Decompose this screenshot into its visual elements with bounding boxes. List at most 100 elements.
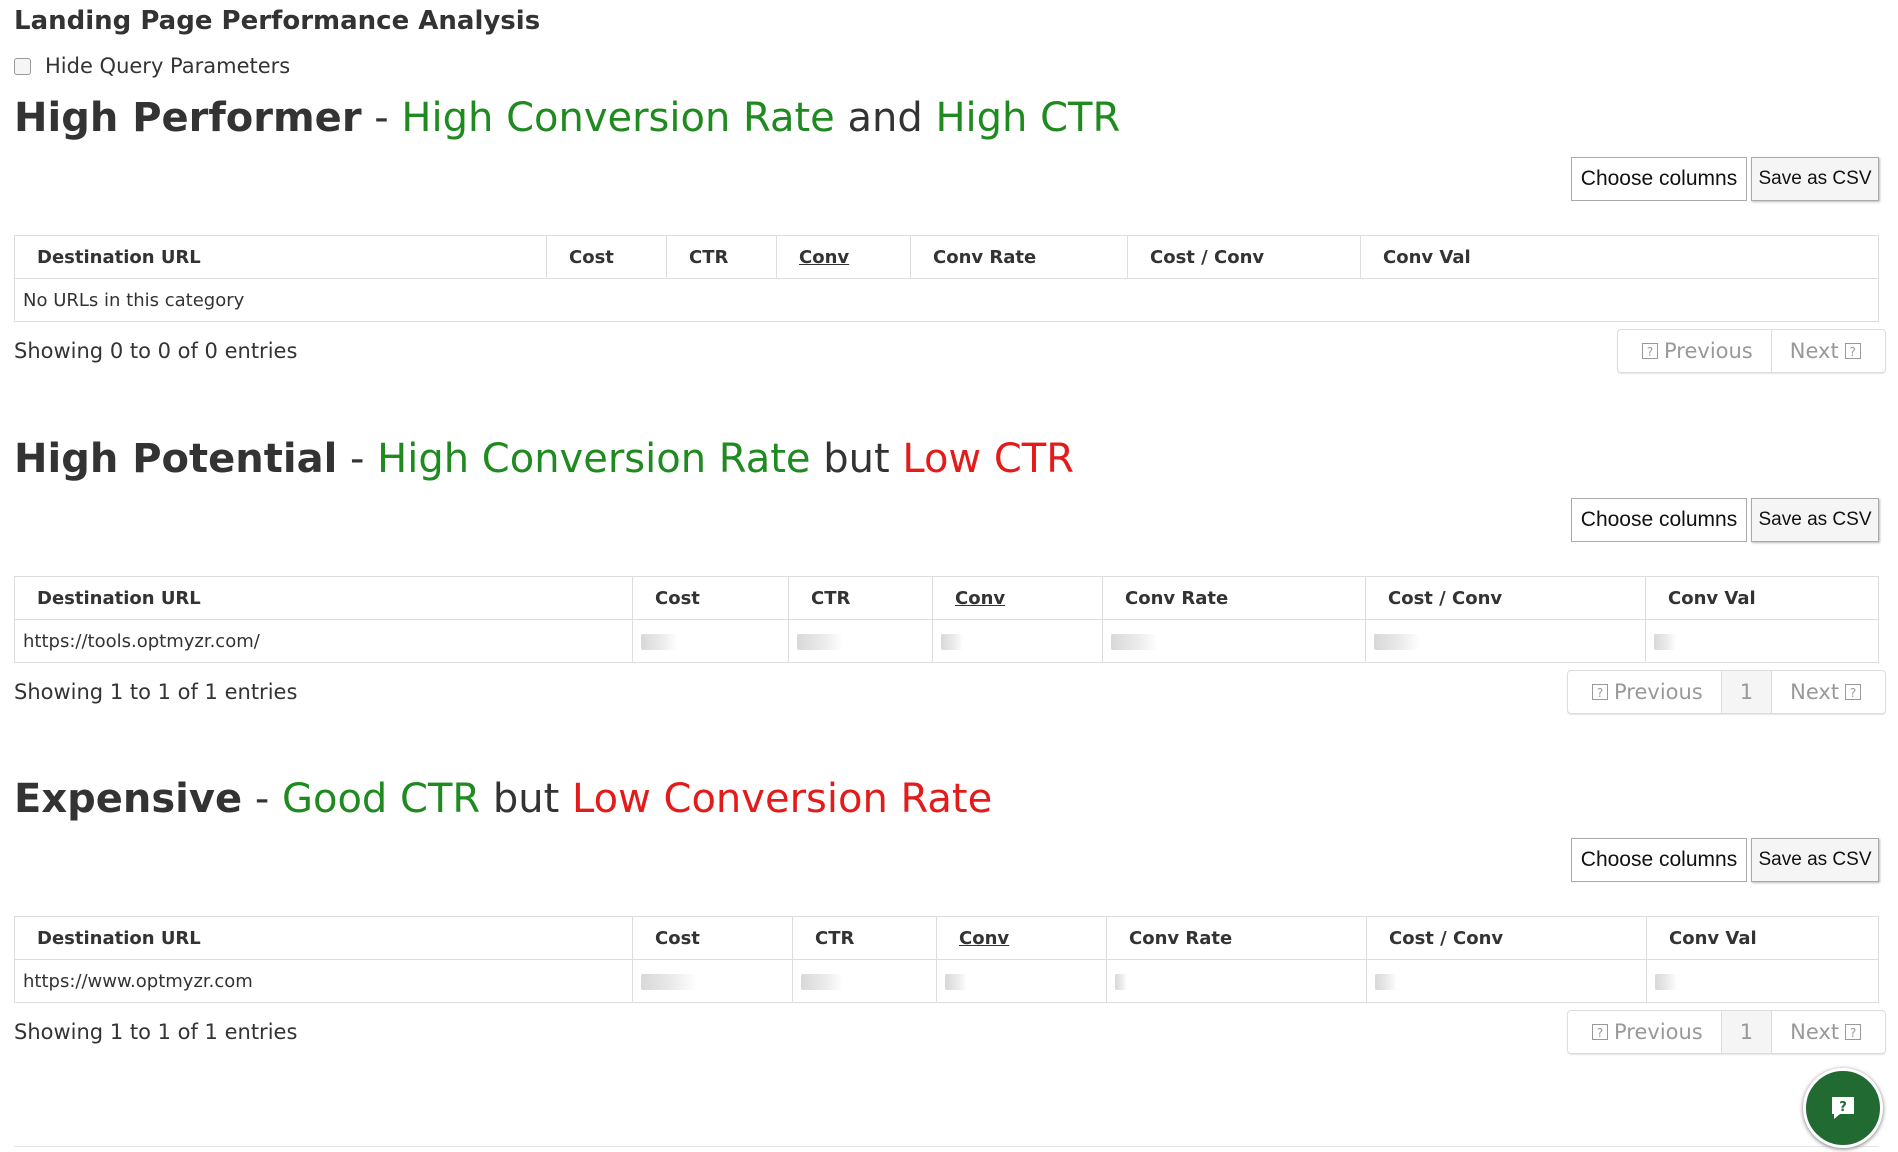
help-box-icon: ?: [1592, 1024, 1608, 1040]
title-part2: High CTR: [935, 95, 1121, 141]
choose-columns-button[interactable]: Choose columns: [1571, 498, 1747, 542]
help-box-icon: ?: [1845, 1024, 1862, 1040]
column-header-conv[interactable]: Conv: [932, 576, 1103, 620]
destination-url-cell[interactable]: https://tools.optmyzr.com/: [14, 619, 633, 663]
hide-query-parameters-checkbox[interactable]: [14, 57, 31, 75]
previous-label: Previous: [1614, 1020, 1703, 1044]
title-joiner: but: [492, 776, 560, 822]
column-header-cost-per-conv[interactable]: Cost / Conv: [1365, 576, 1646, 620]
divider: [14, 1146, 1879, 1147]
redacted-cell: [632, 959, 793, 1003]
section-title: High Performer - High Conversion Rate an…: [14, 93, 1120, 143]
pagination: ? Previous Next?: [1617, 329, 1886, 373]
destination-url-cell[interactable]: https://www.optmyzr.com: [14, 959, 633, 1003]
section-name: High Performer: [14, 95, 362, 141]
next-label: Next: [1789, 339, 1839, 363]
section-name: High Potential: [14, 436, 338, 482]
section-name: Expensive: [14, 776, 243, 822]
section-high-performer: High Performer - High Conversion Rate an…: [0, 93, 1898, 433]
previous-button[interactable]: ? Previous: [1618, 330, 1771, 372]
column-header-cost-per-conv[interactable]: Cost / Conv: [1127, 235, 1361, 279]
previous-button[interactable]: ? Previous: [1568, 671, 1721, 713]
pagination: ? Previous 1 Next?: [1567, 1010, 1887, 1054]
next-button[interactable]: Next?: [1770, 330, 1885, 372]
previous-label: Previous: [1614, 680, 1703, 704]
title-part1: Good CTR: [281, 776, 481, 822]
page-number: 1: [1739, 680, 1754, 704]
redacted-cell: [1365, 619, 1646, 663]
table-row: https://tools.optmyzr.com/: [14, 619, 1879, 663]
next-label: Next: [1790, 680, 1840, 704]
column-header-ctr[interactable]: CTR: [792, 916, 937, 960]
column-header-cost-per-conv[interactable]: Cost / Conv: [1366, 916, 1647, 960]
results-table: Destination URL Cost CTR Conv Conv Rate …: [14, 916, 1879, 1003]
title-joiner: but: [823, 436, 890, 482]
column-header-cost[interactable]: Cost: [632, 916, 793, 960]
redacted-cell: [792, 959, 937, 1003]
column-header-conv-rate[interactable]: Conv Rate: [1106, 916, 1367, 960]
title-separator: -: [350, 436, 365, 482]
table-row: https://www.optmyzr.com: [14, 959, 1879, 1003]
results-table: Destination URL Cost CTR Conv Conv Rate …: [14, 235, 1879, 322]
redacted-cell: [1106, 959, 1367, 1003]
redacted-cell: [788, 619, 933, 663]
save-as-csv-button[interactable]: Save as CSV: [1751, 157, 1879, 201]
svg-text:?: ?: [1839, 1100, 1847, 1115]
title-part2: Low CTR: [902, 436, 1075, 482]
choose-columns-button[interactable]: Choose columns: [1571, 838, 1747, 882]
title-part1: High Conversion Rate: [401, 95, 835, 141]
next-button[interactable]: Next?: [1771, 1011, 1885, 1053]
column-header-conv[interactable]: Conv: [776, 235, 911, 279]
chat-help-icon: ?: [1832, 1097, 1854, 1119]
next-label: Next: [1790, 1020, 1840, 1044]
column-header-conv-rate[interactable]: Conv Rate: [910, 235, 1128, 279]
redacted-cell: [932, 619, 1103, 663]
page-button[interactable]: 1: [1720, 1011, 1772, 1053]
empty-row-message: No URLs in this category: [14, 278, 1879, 322]
page-number: 1: [1739, 1020, 1754, 1044]
save-as-csv-button[interactable]: Save as CSV: [1751, 498, 1879, 542]
hide-query-parameters-toggle[interactable]: Hide Query Parameters: [14, 54, 290, 78]
column-header-ctr[interactable]: CTR: [788, 576, 933, 620]
column-header-conv-val[interactable]: Conv Val: [1646, 916, 1879, 960]
page-title: Landing Page Performance Analysis: [14, 6, 541, 36]
next-button[interactable]: Next?: [1771, 671, 1885, 713]
results-table: Destination URL Cost CTR Conv Conv Rate …: [14, 576, 1879, 663]
column-header-conv-val[interactable]: Conv Val: [1645, 576, 1879, 620]
title-separator: -: [374, 95, 389, 141]
section-high-potential: High Potential - High Conversion Rate bu…: [0, 434, 1898, 774]
column-header-destination-url[interactable]: Destination URL: [14, 916, 633, 960]
page-button[interactable]: 1: [1720, 671, 1772, 713]
redacted-cell: [936, 959, 1107, 1003]
title-separator: -: [254, 776, 270, 822]
column-header-ctr[interactable]: CTR: [666, 235, 777, 279]
column-header-conv[interactable]: Conv: [936, 916, 1107, 960]
redacted-cell: [632, 619, 789, 663]
column-header-destination-url[interactable]: Destination URL: [14, 576, 633, 620]
column-header-conv-val[interactable]: Conv Val: [1360, 235, 1879, 279]
help-box-icon: ?: [1642, 343, 1658, 359]
redacted-cell: [1645, 619, 1879, 663]
save-as-csv-button[interactable]: Save as CSV: [1751, 838, 1879, 882]
section-title: High Potential - High Conversion Rate bu…: [14, 434, 1074, 484]
column-header-conv-rate[interactable]: Conv Rate: [1102, 576, 1366, 620]
column-header-destination-url[interactable]: Destination URL: [14, 235, 547, 279]
column-header-cost[interactable]: Cost: [546, 235, 667, 279]
title-joiner: and: [847, 95, 923, 141]
showing-entries: Showing 1 to 1 of 1 entries: [14, 1020, 298, 1044]
title-part1: High Conversion Rate: [377, 436, 811, 482]
column-header-cost[interactable]: Cost: [632, 576, 789, 620]
redacted-cell: [1646, 959, 1879, 1003]
chat-help-button[interactable]: ?: [1803, 1068, 1883, 1148]
previous-label: Previous: [1664, 339, 1753, 363]
previous-button[interactable]: ? Previous: [1568, 1011, 1721, 1053]
section-expensive: Expensive - Good CTR but Low Conversion …: [0, 774, 1898, 1114]
redacted-cell: [1366, 959, 1647, 1003]
help-box-icon: ?: [1845, 684, 1862, 700]
help-box-icon: ?: [1844, 343, 1861, 359]
table-row: No URLs in this category: [14, 278, 1879, 322]
section-title: Expensive - Good CTR but Low Conversion …: [14, 774, 992, 824]
choose-columns-button[interactable]: Choose columns: [1571, 157, 1747, 201]
pagination: ? Previous 1 Next?: [1567, 670, 1887, 714]
title-part2: Low Conversion Rate: [572, 776, 993, 822]
